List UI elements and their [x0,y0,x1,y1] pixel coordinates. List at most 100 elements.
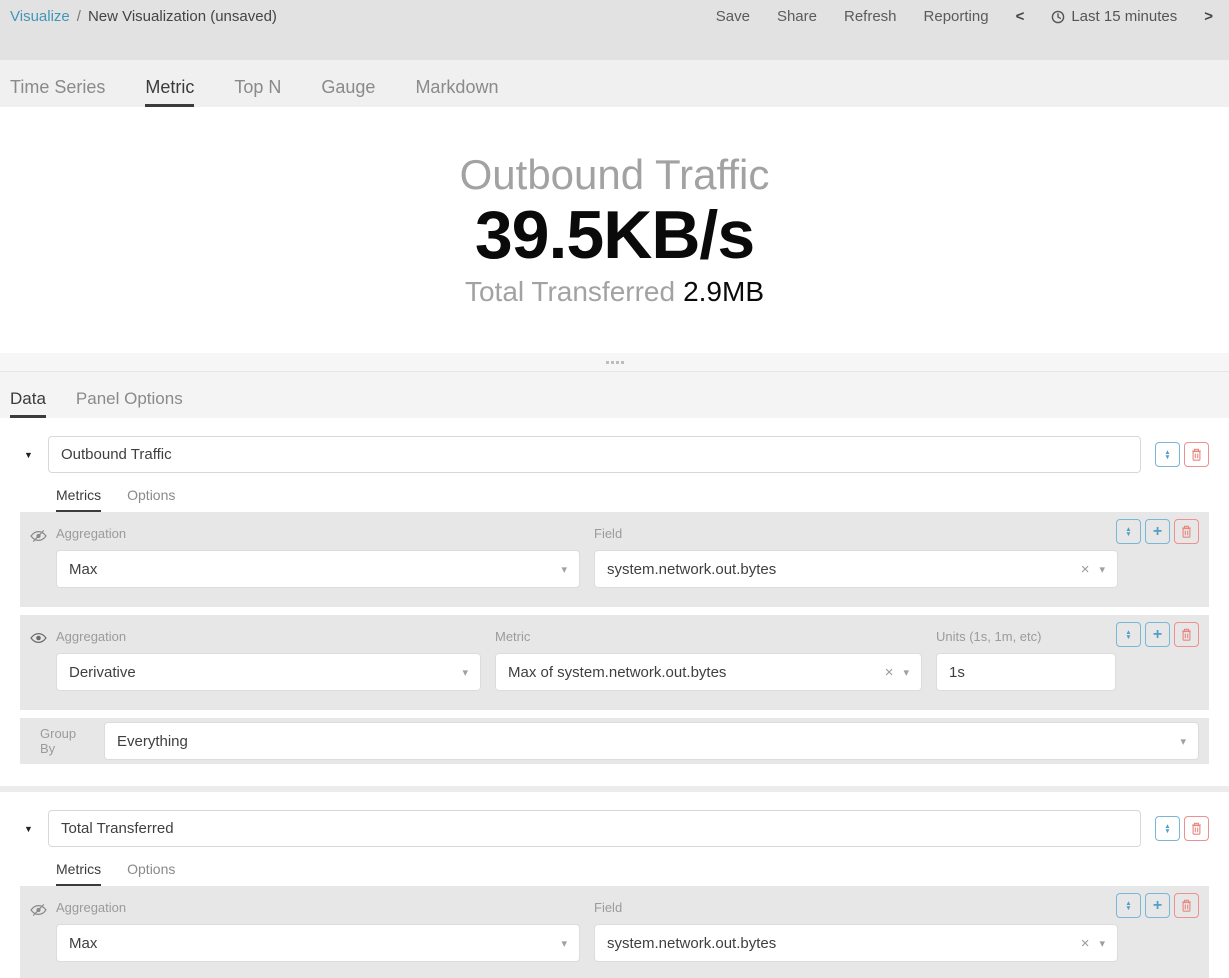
series-2-collapse-caret-icon[interactable]: ▼ [20,824,48,834]
agg-delete-button[interactable] [1174,622,1199,647]
time-back-button[interactable]: < [1016,8,1025,25]
series-2-sort-button[interactable]: ▲▼ [1155,816,1180,841]
chevron-down-icon: ▾ [1099,937,1105,950]
series-2-header: ▼ ▲▼ [20,810,1209,847]
eye-off-icon [30,529,47,543]
units-label: Units (1s, 1m, etc) [936,629,1116,644]
metric-label: Metric [495,629,922,644]
series-2-actions: ▲▼ [1155,816,1209,841]
tab-top-n[interactable]: Top N [234,77,281,107]
aggregation-label: Aggregation [56,526,580,541]
series-1-tab-metrics[interactable]: Metrics [56,487,101,512]
plus-icon: + [1153,627,1162,643]
metric-preview-panel: Outbound Traffic 39.5KB/s Total Transfer… [0,107,1229,353]
clear-metric-icon[interactable]: × [885,664,894,681]
tab-data[interactable]: Data [10,389,46,418]
metric-secondary: Total Transferred 2.9MB [465,276,764,308]
breadcrumb-separator: / [77,8,81,25]
aggregation-select[interactable]: Derivative ▾ [56,653,481,691]
series-2-tab-options[interactable]: Options [127,861,175,886]
agg-add-button[interactable]: + [1145,519,1170,544]
series-1-delete-button[interactable] [1184,442,1209,467]
chevron-down-icon: ▾ [561,937,567,950]
time-picker-label: Last 15 minutes [1071,8,1177,25]
eye-icon [30,632,47,644]
metric-secondary-label: Total Transferred [465,276,675,307]
tab-gauge[interactable]: Gauge [321,77,375,107]
clock-icon [1051,10,1065,24]
field-combobox[interactable]: system.network.out.bytes × ▾ [594,924,1118,962]
series-1-group-by-row: Group By Everything ▾ [20,718,1209,764]
save-button[interactable]: Save [716,8,750,25]
tab-panel-options[interactable]: Panel Options [76,389,183,418]
aggregation-select[interactable]: Max ▾ [56,550,580,588]
agg-sort-button[interactable]: ▲▼ [1116,622,1141,647]
visibility-toggle[interactable] [30,520,56,588]
eye-off-icon [30,903,47,917]
series-2-tab-metrics[interactable]: Metrics [56,861,101,886]
plus-icon: + [1153,524,1162,540]
series-1-sort-button[interactable]: ▲▼ [1155,442,1180,467]
group-by-select[interactable]: Everything ▾ [104,722,1199,760]
metric-title: Outbound Traffic [460,152,770,198]
agg-sort-button[interactable]: ▲▼ [1116,519,1141,544]
group-by-label: Group By [30,726,94,756]
series-1-name-input[interactable] [48,436,1141,473]
editor-tabbar: Data Panel Options [0,372,1229,418]
resize-grip-icon [606,361,624,364]
series-1-agg-row-2: Aggregation Derivative ▾ Metric Max of s… [20,615,1209,710]
refresh-button[interactable]: Refresh [844,8,897,25]
clear-field-icon[interactable]: × [1081,935,1090,952]
trash-icon [1191,448,1202,461]
chevron-down-icon: ▾ [561,563,567,576]
breadcrumb-current: New Visualization (unsaved) [88,8,277,25]
viz-type-tabbar: Time Series Metric Top N Gauge Markdown [0,60,1229,107]
share-button[interactable]: Share [777,8,817,25]
series-divider [0,786,1229,792]
series-1-subtabs: Metrics Options [56,487,1209,512]
trash-icon [1181,899,1192,912]
top-menu: Save Share Refresh Reporting < Last 15 m… [716,8,1217,25]
clear-field-icon[interactable]: × [1081,561,1090,578]
tab-markdown[interactable]: Markdown [415,77,498,107]
aggregation-select[interactable]: Max ▾ [56,924,580,962]
metric-secondary-value: 2.9MB [683,276,764,307]
tab-time-series[interactable]: Time Series [10,77,105,107]
time-forward-button[interactable]: > [1204,8,1213,25]
agg-delete-button[interactable] [1174,893,1199,918]
series-1-collapse-caret-icon[interactable]: ▼ [20,450,48,460]
panel-resize-splitter[interactable] [0,353,1229,372]
agg-add-button[interactable]: + [1145,622,1170,647]
aggregation-label: Aggregation [56,629,481,644]
visibility-toggle[interactable] [30,623,56,691]
metric-value: 39.5KB/s [475,198,754,273]
series-2-subtabs: Metrics Options [56,861,1209,886]
metric-combobox[interactable]: Max of system.network.out.bytes × ▾ [495,653,922,691]
reporting-button[interactable]: Reporting [924,8,989,25]
field-combobox[interactable]: system.network.out.bytes × ▾ [594,550,1118,588]
breadcrumb: Visualize / New Visualization (unsaved) [10,8,277,25]
sort-arrows-icon: ▲▼ [1125,527,1131,537]
series-1-tab-options[interactable]: Options [127,487,175,512]
sort-arrows-icon: ▲▼ [1164,824,1170,834]
sort-arrows-icon: ▲▼ [1125,901,1131,911]
agg-sort-button[interactable]: ▲▼ [1116,893,1141,918]
chevron-down-icon: ▾ [1180,735,1186,748]
breadcrumb-visualize-link[interactable]: Visualize [10,8,70,25]
trash-icon [1181,525,1192,538]
field-label: Field [594,526,1118,541]
app-header: Visualize / New Visualization (unsaved) … [0,0,1229,60]
units-input[interactable] [936,653,1116,691]
tab-metric[interactable]: Metric [145,77,194,107]
series-2-name-input[interactable] [48,810,1141,847]
time-picker[interactable]: Last 15 minutes [1051,8,1177,25]
sort-arrows-icon: ▲▼ [1125,630,1131,640]
editor-body: ▼ ▲▼ Metrics Options Aggregation Max ▾ [0,436,1229,978]
agg-add-button[interactable]: + [1145,893,1170,918]
chevron-down-icon: ▾ [1099,563,1105,576]
series-2-delete-button[interactable] [1184,816,1209,841]
chevron-down-icon: ▾ [462,666,468,679]
chevron-down-icon: ▾ [903,666,909,679]
visibility-toggle[interactable] [30,894,56,962]
agg-delete-button[interactable] [1174,519,1199,544]
